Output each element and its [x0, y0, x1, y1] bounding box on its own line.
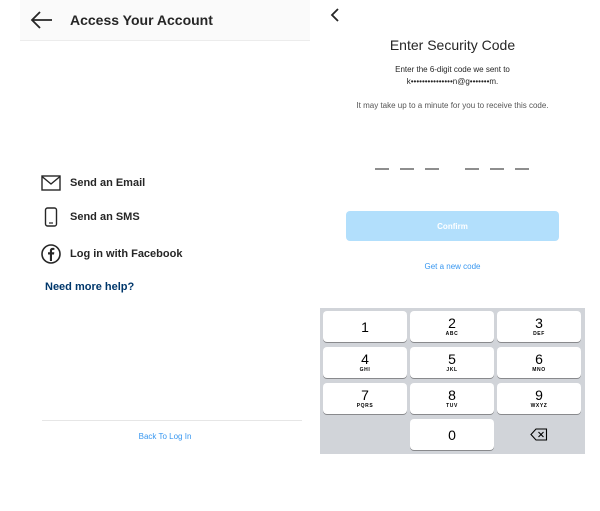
facebook-icon	[40, 243, 62, 265]
masked-email: k•••••••••••••••n@g•••••••m.	[406, 77, 499, 86]
key-letters: GHI	[359, 366, 371, 373]
key-7[interactable]: 7 PQRS	[323, 383, 407, 414]
key-number: 0	[448, 426, 456, 443]
key-number: 7	[361, 386, 369, 403]
key-letters: JKL	[446, 366, 458, 373]
security-code-title: Enter Security Code	[389, 37, 516, 53]
key-letters: PQRS	[356, 402, 374, 409]
header-bar: Access Your Account	[20, 0, 310, 41]
code-digit-slot[interactable]	[490, 168, 504, 170]
divider	[42, 420, 302, 421]
code-digit-slot[interactable]	[465, 168, 479, 170]
code-digit-slot[interactable]	[515, 168, 529, 170]
backspace-icon	[530, 428, 548, 441]
key-number: 1	[361, 318, 369, 335]
numeric-keypad: 1 2 ABC 3 DEF 4 GHI 5 JKL 6 MNO 7 PQRS 8…	[320, 308, 585, 454]
code-digit-slot[interactable]	[400, 168, 414, 170]
phone-icon	[40, 206, 62, 228]
chevron-left-icon[interactable]	[328, 6, 342, 24]
need-help-link[interactable]: Need more help?	[45, 281, 134, 293]
key-8[interactable]: 8 TUV	[410, 383, 494, 414]
key-9[interactable]: 9 WXYZ	[497, 383, 581, 414]
left-arrow-icon[interactable]	[30, 9, 54, 31]
key-number: 4	[361, 350, 369, 367]
code-digit-slot[interactable]	[425, 168, 439, 170]
key-4[interactable]: 4 GHI	[323, 347, 407, 378]
key-3[interactable]: 3 DEF	[497, 311, 581, 342]
key-number: 2	[448, 314, 456, 331]
code-digit-slot[interactable]	[375, 168, 389, 170]
key-1[interactable]: 1	[323, 311, 407, 342]
send-email-label: Send an Email	[70, 177, 146, 189]
facebook-login-option[interactable]: Log in with Facebook	[40, 242, 182, 266]
key-number: 5	[448, 350, 456, 367]
key-letters: DEF	[533, 330, 545, 337]
key-number: 8	[448, 386, 456, 403]
send-email-option[interactable]: Send an Email	[40, 171, 145, 195]
send-sms-option[interactable]: Send an SMS	[40, 205, 140, 229]
get-new-code-link[interactable]: Get a new code	[320, 262, 585, 271]
key-2[interactable]: 2 ABC	[410, 311, 494, 342]
key-letters: TUV	[446, 402, 458, 409]
key-6[interactable]: 6 MNO	[497, 347, 581, 378]
key-number: 6	[535, 350, 543, 367]
key-number: 9	[535, 386, 543, 403]
key-letters: ABC	[445, 330, 459, 337]
confirm-button[interactable]: Confirm	[346, 211, 559, 241]
key-number: 3	[535, 314, 543, 331]
delete-key[interactable]	[497, 419, 581, 450]
access-account-screen: Access Your Account Send an Email Send a…	[20, 0, 310, 511]
back-to-login-link[interactable]: Back To Log In	[20, 432, 310, 441]
key-blank	[323, 419, 407, 450]
send-sms-label: Send an SMS	[70, 211, 140, 223]
instruction-text: Enter the 6-digit code we sent to	[395, 65, 510, 74]
key-letters: MNO	[532, 366, 546, 373]
wait-note: It may take up to a minute for you to re…	[356, 101, 549, 110]
security-code-screen: Enter Security Code Enter the 6-digit co…	[320, 0, 585, 511]
mail-icon	[40, 172, 62, 194]
facebook-login-label: Log in with Facebook	[70, 248, 183, 260]
key-5[interactable]: 5 JKL	[410, 347, 494, 378]
page-title: Access Your Account	[70, 12, 213, 28]
key-letters: WXYZ	[530, 402, 548, 409]
key-0[interactable]: 0	[410, 419, 494, 450]
